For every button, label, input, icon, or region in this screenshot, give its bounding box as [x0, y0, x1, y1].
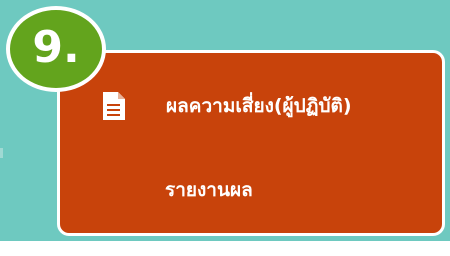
report-menu-item[interactable]: รายงานผล — [165, 173, 253, 207]
menu-card: ผลความเสี่ยง(ผู้ปฏิบัติ) รายงานผล — [57, 50, 445, 236]
step-number-badge: 9. — [6, 6, 106, 92]
risk-result-label: ผลความเสี่ยง(ผู้ปฏิบัติ) — [166, 95, 352, 117]
left-edge-mark — [0, 148, 3, 158]
report-label: รายงานผล — [165, 179, 253, 201]
risk-result-menu-item[interactable]: ผลความเสี่ยง(ผู้ปฏิบัติ) — [102, 86, 352, 126]
document-icon — [102, 91, 126, 121]
step-number: 9. — [32, 22, 80, 73]
page-bottom-strip — [0, 241, 450, 256]
